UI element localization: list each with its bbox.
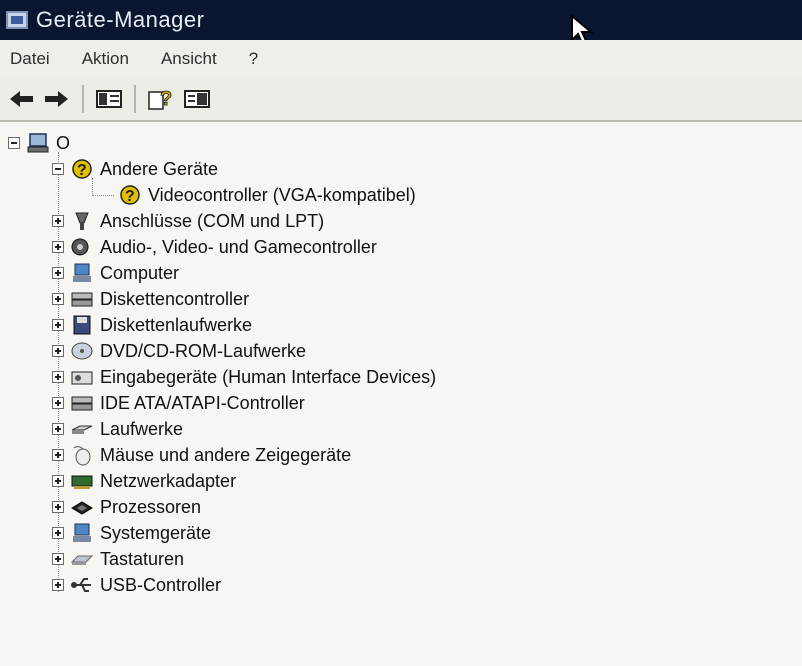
port-icon: [75, 212, 89, 230]
expand-toggle[interactable]: [52, 371, 64, 383]
menu-ansicht[interactable]: Ansicht: [161, 49, 217, 69]
cdrom-icon: [71, 342, 93, 360]
tree-item-tastaturen[interactable]: Tastaturen: [52, 546, 184, 572]
svg-text:?: ?: [160, 88, 172, 110]
tree-item-label: Videocontroller (VGA-kompatibel): [148, 184, 416, 205]
usb-icon: [71, 578, 91, 592]
tree-item-label: Eingabegeräte (Human Interface Devices): [100, 366, 437, 387]
tree-item-netzwerkadapter[interactable]: Netzwerkadapter: [52, 468, 236, 494]
toolbar-separator: [134, 85, 136, 113]
computer-icon: [73, 263, 91, 282]
controller-icon: [71, 292, 93, 307]
tree-item-usb-controller[interactable]: USB-Controller: [52, 572, 221, 598]
unknown-device-icon: ?: [72, 159, 92, 179]
tree-item-label: Prozessoren: [100, 496, 202, 517]
back-button[interactable]: [6, 84, 36, 114]
tree-item-computer[interactable]: Computer: [52, 260, 179, 286]
ide-icon: [71, 396, 93, 411]
svg-text:?: ?: [77, 162, 87, 179]
tree-item-label: IDE ATA/ATAPI-Controller: [100, 392, 305, 413]
expand-toggle[interactable]: [52, 579, 64, 591]
tree-item-systemgeraete[interactable]: Systemgeräte: [52, 520, 211, 546]
expand-toggle[interactable]: [52, 449, 64, 461]
hid-icon: [71, 371, 93, 385]
help-button[interactable]: ?: [146, 84, 176, 114]
audio-icon: [71, 238, 89, 256]
tree-item-label: Audio-, Video- und Gamecontroller: [100, 236, 377, 257]
menu-bar: Datei Aktion Ansicht ?: [0, 40, 802, 79]
tree-item-label: USB-Controller: [100, 574, 222, 595]
expand-toggle[interactable]: [52, 319, 64, 331]
menu-help[interactable]: ?: [249, 49, 258, 69]
device-tree: O ? Andere Geräte ? Videocontroller (VGA…: [0, 122, 802, 666]
toolbar: ?: [0, 78, 802, 122]
tree-item-label: Mäuse und andere Zeigegeräte: [100, 444, 352, 465]
menu-datei[interactable]: Datei: [10, 49, 50, 69]
expand-toggle[interactable]: [52, 553, 64, 565]
arrow-right-icon: [45, 91, 68, 107]
help-icon: ?: [148, 88, 173, 110]
tree-item-label: Diskettenlaufwerke: [100, 314, 253, 335]
console-tree-icon: [96, 90, 122, 108]
expand-toggle[interactable]: [52, 475, 64, 487]
expand-toggle[interactable]: [52, 215, 64, 227]
tree-root-label: O: [56, 132, 71, 153]
device-manager-icon: [6, 11, 28, 29]
unknown-device-icon: ?: [120, 185, 140, 205]
expand-toggle[interactable]: [52, 397, 64, 409]
mouse-icon: [73, 446, 91, 466]
expand-toggle[interactable]: [52, 423, 64, 435]
system-icon: [73, 523, 91, 542]
expand-toggle[interactable]: [52, 501, 64, 513]
tree-item-label: Netzwerkadapter: [100, 470, 237, 491]
expand-toggle[interactable]: [52, 345, 64, 357]
tree-item-label: Diskettencontroller: [100, 288, 250, 309]
keyboard-icon: [70, 555, 94, 565]
collapse-toggle[interactable]: [8, 137, 20, 149]
toolbar-separator: [82, 85, 84, 113]
svg-text:?: ?: [125, 188, 135, 205]
tree-item-laufwerke[interactable]: Laufwerke: [52, 416, 183, 442]
expand-toggle[interactable]: [52, 527, 64, 539]
tree-item-diskettencontroller[interactable]: Diskettencontroller: [52, 286, 249, 312]
tree-connector: [92, 195, 114, 196]
tree-item-dvd-cdrom[interactable]: DVD/CD-ROM-Laufwerke: [52, 338, 306, 364]
expand-toggle[interactable]: [52, 241, 64, 253]
tree-item-label: DVD/CD-ROM-Laufwerke: [100, 340, 307, 361]
tree-item-anschluesse[interactable]: Anschlüsse (COM und LPT): [52, 208, 324, 234]
tree-item-label: Systemgeräte: [100, 522, 212, 543]
properties-button[interactable]: [182, 84, 212, 114]
title-bar: Geräte-Manager: [0, 0, 802, 40]
properties-icon: [184, 90, 210, 108]
tree-item-videocontroller[interactable]: ? Videocontroller (VGA-kompatibel): [118, 182, 416, 208]
processor-icon: [71, 501, 93, 515]
tree-item-audio-video-gamecontroller[interactable]: Audio-, Video- und Gamecontroller: [52, 234, 377, 260]
tree-item-label: Andere Geräte: [100, 158, 219, 179]
tree-item-andere-geraete[interactable]: ? Andere Geräte: [52, 156, 218, 182]
tree-item-label: Laufwerke: [100, 418, 184, 439]
show-hide-console-tree-button[interactable]: [94, 84, 124, 114]
disk-drive-icon: [71, 425, 93, 434]
expand-toggle[interactable]: [52, 267, 64, 279]
tree-item-eingabegeraete[interactable]: Eingabegeräte (Human Interface Devices): [52, 364, 436, 390]
tree-item-ide-controller[interactable]: IDE ATA/ATAPI-Controller: [52, 390, 305, 416]
collapse-toggle[interactable]: [52, 163, 64, 175]
window-title: Geräte-Manager: [36, 7, 205, 32]
tree-item-label: Computer: [100, 262, 180, 283]
tree-root-computer[interactable]: O: [8, 130, 70, 156]
floppy-icon: [73, 315, 91, 335]
network-icon: [71, 475, 93, 489]
tree-item-label: Tastaturen: [100, 548, 185, 569]
tree-item-maeuse[interactable]: Mäuse und andere Zeigegeräte: [52, 442, 351, 468]
expand-toggle[interactable]: [52, 293, 64, 305]
tree-item-diskettenlaufwerke[interactable]: Diskettenlaufwerke: [52, 312, 252, 338]
menu-aktion[interactable]: Aktion: [82, 49, 129, 69]
arrow-left-icon: [10, 91, 33, 107]
computer-icon: [27, 133, 49, 153]
forward-button[interactable]: [42, 84, 72, 114]
tree-item-label: Anschlüsse (COM und LPT): [100, 210, 325, 231]
tree-item-prozessoren[interactable]: Prozessoren: [52, 494, 201, 520]
